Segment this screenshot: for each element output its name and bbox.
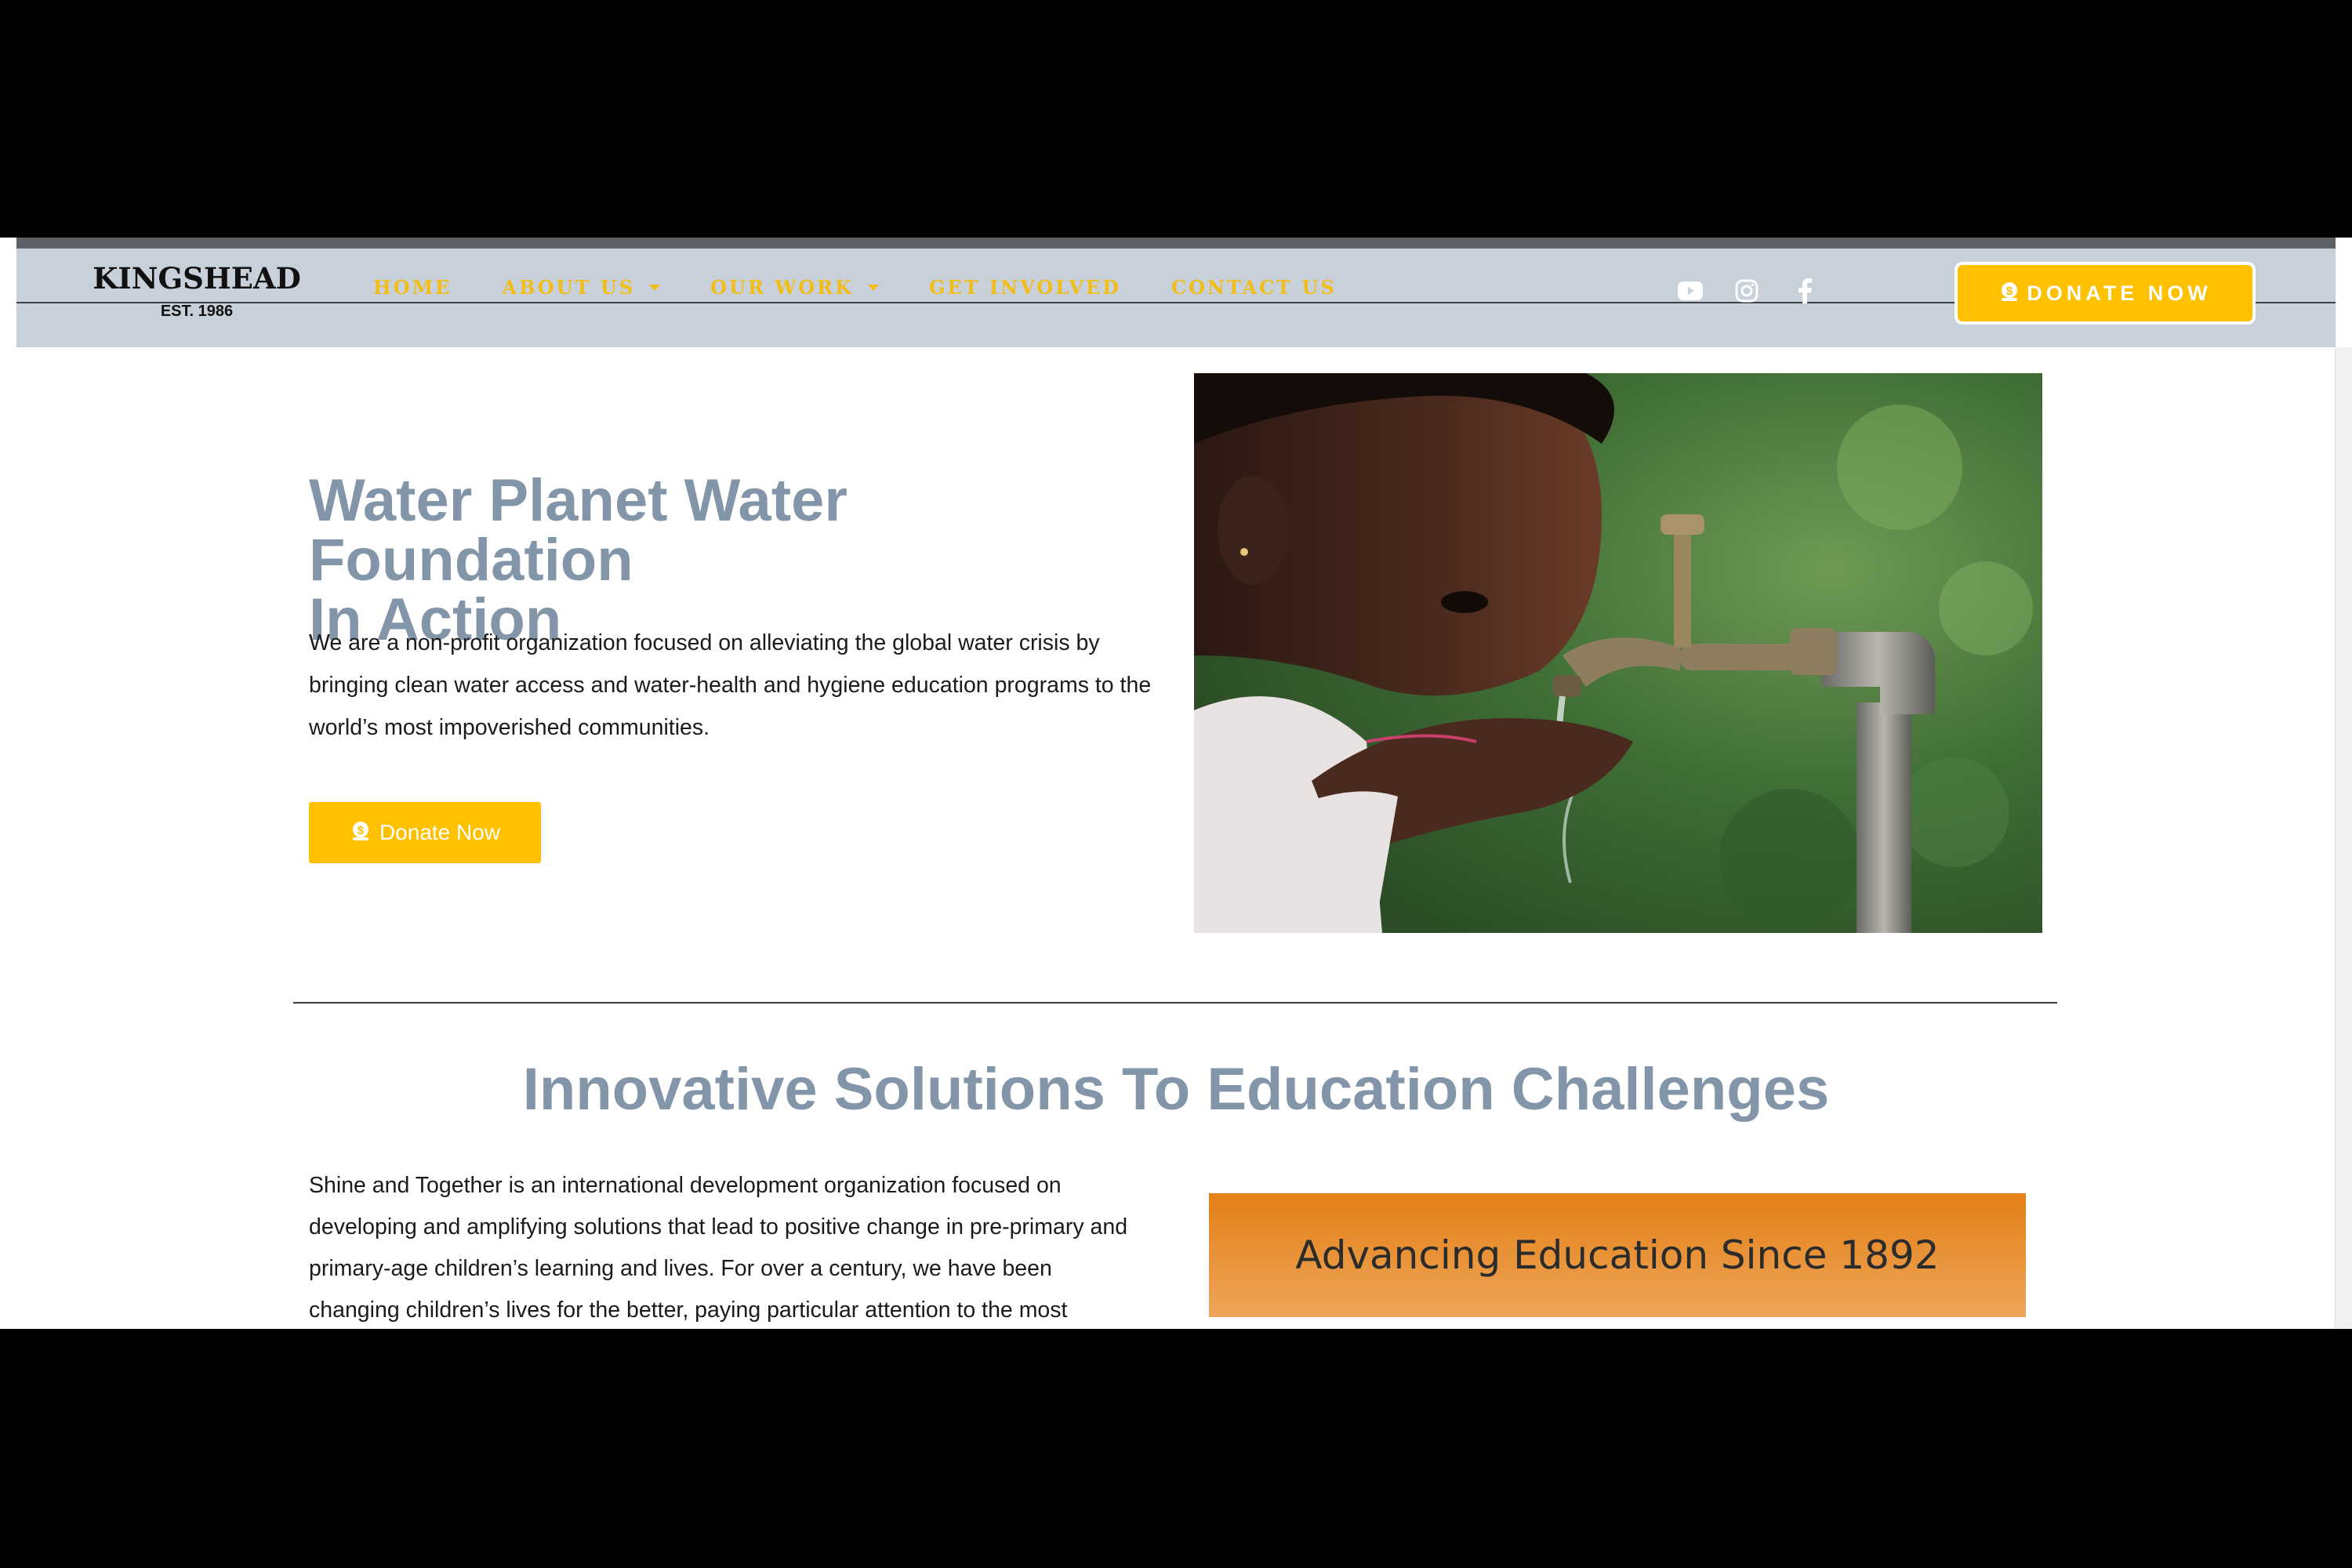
nav-item-get-involved[interactable]: GET INVOLVED [929, 276, 1121, 299]
page-scrollbar[interactable] [2335, 347, 2352, 1329]
site-logo[interactable]: KINGSHEAD EST. 1986 [93, 262, 301, 321]
facebook-icon[interactable] [1790, 276, 1820, 306]
hero-description: We are a non-profit organization focused… [309, 630, 1152, 740]
logo-established: EST. 1986 [160, 303, 234, 320]
main-nav: HOME ABOUT US OUR WORK GET INVOLVED CONT… [373, 276, 1387, 299]
nav-item-home[interactable]: HOME [373, 276, 452, 299]
browser-viewport: KINGSHEAD EST. 1986 HOME ABOUT US OUR WO… [0, 238, 2352, 1329]
hero-donate-label: Donate Now [379, 820, 501, 844]
nav-item-label: HOME [373, 276, 452, 299]
svg-text:$: $ [2006, 285, 2013, 298]
hero-photo-child-drinking-from-tap [1194, 373, 2042, 933]
chevron-down-icon [867, 284, 879, 291]
instagram-icon[interactable] [1732, 276, 1762, 306]
nav-item-label: GET INVOLVED [928, 276, 1121, 299]
top-strip [16, 238, 2336, 249]
chevron-down-icon [649, 284, 661, 291]
header-donate-button[interactable]: $ DONATE NOW [1955, 262, 2256, 325]
svg-text:$: $ [358, 824, 365, 837]
hero-title-line1: Water Planet Water Foundation [309, 467, 848, 593]
nav-item-label: CONTACT US [1171, 276, 1337, 299]
banner-text: Advancing Education Since 1892 [1295, 1232, 1940, 1278]
nav-item-our-work[interactable]: OUR WORK [710, 276, 879, 299]
nav-item-label: ABOUT US [502, 276, 636, 299]
header-donate-label: DONATE NOW [2027, 281, 2212, 305]
donate-coin-icon: $ [1998, 281, 2020, 307]
site-header: KINGSHEAD EST. 1986 HOME ABOUT US OUR WO… [16, 249, 2336, 347]
nav-item-about-us[interactable]: ABOUT US [502, 276, 661, 299]
section-description: Shine and Together is an international d… [309, 1173, 1128, 1323]
education-banner: Advancing Education Since 1892 [1209, 1193, 2026, 1317]
youtube-icon[interactable] [1675, 276, 1705, 306]
section-divider [293, 1002, 2057, 1004]
nav-item-contact-us[interactable]: CONTACT US [1171, 276, 1337, 299]
hero-donate-button[interactable]: $ Donate Now [309, 802, 541, 863]
donate-coin-icon: $ [350, 820, 372, 846]
section-title: Innovative Solutions To Education Challe… [522, 1056, 1830, 1123]
logo-name: KINGSHEAD [93, 261, 301, 296]
nav-item-label: OUR WORK [710, 276, 854, 299]
